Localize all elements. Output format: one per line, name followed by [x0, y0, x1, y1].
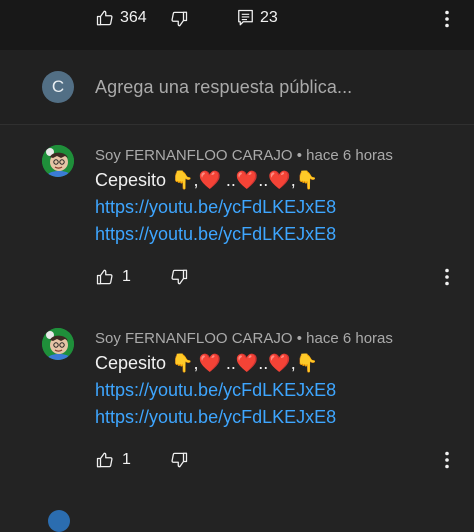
avatar-image-icon — [42, 328, 74, 360]
reply-input[interactable]: Agrega una respuesta pública... — [95, 77, 352, 98]
next-comment-avatar[interactable] — [48, 510, 70, 532]
comment-icon — [238, 9, 253, 26]
like-button[interactable]: 364 — [96, 9, 147, 27]
avatar[interactable] — [42, 328, 74, 360]
like-count: 364 — [120, 9, 147, 26]
thumbs-up-icon — [96, 452, 113, 468]
dislike-button[interactable] — [170, 10, 188, 28]
comment-link[interactable]: https://youtu.be/ycFdLKEJxE8 — [95, 407, 336, 428]
comment-link[interactable]: https://youtu.be/ycFdLKEJxE8 — [95, 197, 336, 218]
dislike-button[interactable] — [170, 451, 188, 469]
meta-separator: • — [296, 147, 302, 164]
like-button[interactable]: 1 — [96, 268, 131, 286]
like-count: 1 — [122, 451, 131, 468]
comment-time[interactable]: hace 6 horas — [306, 330, 393, 347]
like-count: 1 — [122, 268, 131, 285]
avatar[interactable] — [42, 145, 74, 177]
comment-author[interactable]: Soy FERNANFLOO CARAJO — [95, 147, 293, 164]
like-button[interactable]: 1 — [96, 451, 131, 469]
comment-text: Cepesito 👇,❤️ ..❤️..❤️,👇 — [95, 170, 319, 190]
comment-time[interactable]: hace 6 horas — [306, 147, 393, 164]
avatar-image-icon — [42, 145, 74, 177]
thumbs-down-icon — [171, 11, 188, 27]
dislike-button[interactable] — [170, 268, 188, 286]
comment-link[interactable]: https://youtu.be/ycFdLKEJxE8 — [95, 224, 336, 245]
more-options-button[interactable] — [444, 451, 450, 474]
thumbs-up-icon — [96, 269, 113, 285]
reply-count: 23 — [260, 9, 278, 26]
thumbs-up-icon — [96, 10, 113, 26]
more-vert-icon — [445, 451, 449, 469]
divider — [0, 124, 474, 125]
more-options-button[interactable] — [444, 268, 450, 291]
more-vert-icon — [445, 10, 449, 28]
comment-author[interactable]: Soy FERNANFLOO CARAJO — [95, 330, 293, 347]
comment-text: Cepesito 👇,❤️ ..❤️..❤️,👇 — [95, 353, 319, 373]
replies-button[interactable]: 23 — [237, 9, 278, 27]
more-options-button[interactable] — [444, 10, 450, 33]
thumbs-down-icon — [171, 269, 188, 285]
comment-link[interactable]: https://youtu.be/ycFdLKEJxE8 — [95, 380, 336, 401]
meta-separator: • — [296, 330, 302, 347]
top-action-bar: 364 23 — [0, 0, 474, 50]
comment-meta: Soy FERNANFLOO CARAJO • hace 6 horas — [95, 147, 393, 164]
more-vert-icon — [445, 268, 449, 286]
user-avatar: C — [42, 71, 74, 103]
comment-meta: Soy FERNANFLOO CARAJO • hace 6 horas — [95, 330, 393, 347]
thumbs-down-icon — [171, 452, 188, 468]
